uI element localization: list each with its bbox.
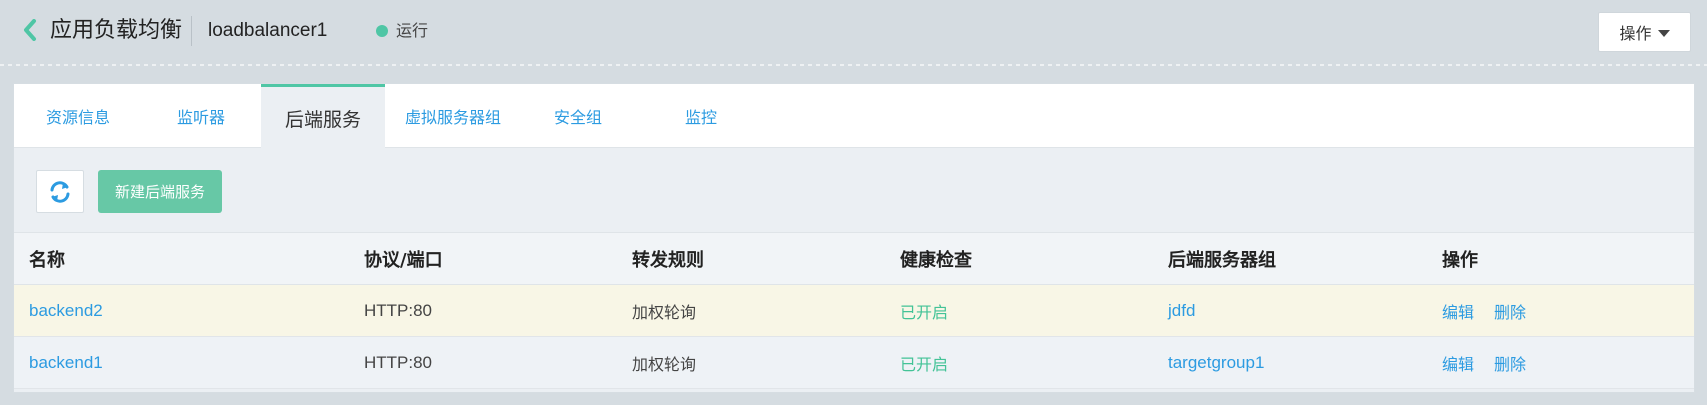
backend-services-table: 名称 协议/端口 转发规则 健康检查 后端服务器组 操作 backend2 HT… [14,232,1694,389]
forwarding-rule: 加权轮询 [632,355,697,374]
create-backend-service-button[interactable]: 新建后端服务 [98,170,222,213]
column-header-health: 健康检查 [900,250,972,271]
header-divider [0,64,1707,66]
column-header-name: 名称 [29,250,65,271]
tab-backend-services[interactable]: 后端服务 [261,84,385,149]
edit-link[interactable]: 编辑 [1442,285,1474,337]
health-check-status: 已开启 [900,355,949,374]
title-divider [191,16,192,46]
page-title: 应用负载均衡 [50,18,183,43]
caret-down-icon [1657,29,1670,37]
tab-listeners[interactable]: 监听器 [177,84,225,148]
protocol-port: HTTP:80 [364,353,433,372]
server-group-link[interactable]: jdfd [1168,285,1195,337]
main-panel: 资源信息 监听器 后端服务 虚拟服务器组 安全组 监控 新建后端服务 名称 协议… [13,83,1695,393]
service-name-link[interactable]: backend1 [29,337,103,389]
tab-resource-info[interactable]: 资源信息 [46,84,110,148]
status-dot-icon [376,25,388,37]
protocol-port: HTTP:80 [364,301,433,320]
forwarding-rule: 加权轮询 [632,303,697,322]
column-header-actions: 操作 [1442,250,1478,271]
table-row: backend2 HTTP:80 加权轮询 已开启 jdfd 编辑 删除 [14,285,1694,337]
refresh-button[interactable] [36,170,84,213]
edit-link[interactable]: 编辑 [1442,337,1474,389]
operations-dropdown-button[interactable]: 操作 [1598,12,1691,52]
tab-monitoring[interactable]: 监控 [685,84,717,148]
table-row: backend1 HTTP:80 加权轮询 已开启 targetgroup1 编… [14,337,1694,389]
tab-bar: 资源信息 监听器 后端服务 虚拟服务器组 安全组 监控 [14,84,1694,149]
column-header-protocol: 协议/端口 [364,250,443,271]
column-header-group: 后端服务器组 [1168,250,1276,271]
tab-security-groups[interactable]: 安全组 [554,84,602,148]
tab-virtual-server-groups[interactable]: 虚拟服务器组 [405,84,501,148]
operations-label: 操作 [1619,24,1652,43]
loadbalancer-name: loadbalancer1 [208,20,328,41]
server-group-link[interactable]: targetgroup1 [1168,337,1264,389]
table-header: 名称 协议/端口 转发规则 健康检查 后端服务器组 操作 [14,232,1694,285]
service-name-link[interactable]: backend2 [29,285,103,337]
page-header: 应用负载均衡 loadbalancer1 运行 操作 [0,0,1707,66]
delete-link[interactable]: 删除 [1494,285,1526,337]
toolbar: 新建后端服务 [14,148,1694,234]
back-arrow-icon[interactable] [20,18,40,42]
column-header-rule: 转发规则 [632,250,704,271]
refresh-icon [50,180,70,203]
status-text: 运行 [396,21,429,40]
delete-link[interactable]: 删除 [1494,337,1526,389]
health-check-status: 已开启 [900,303,949,322]
